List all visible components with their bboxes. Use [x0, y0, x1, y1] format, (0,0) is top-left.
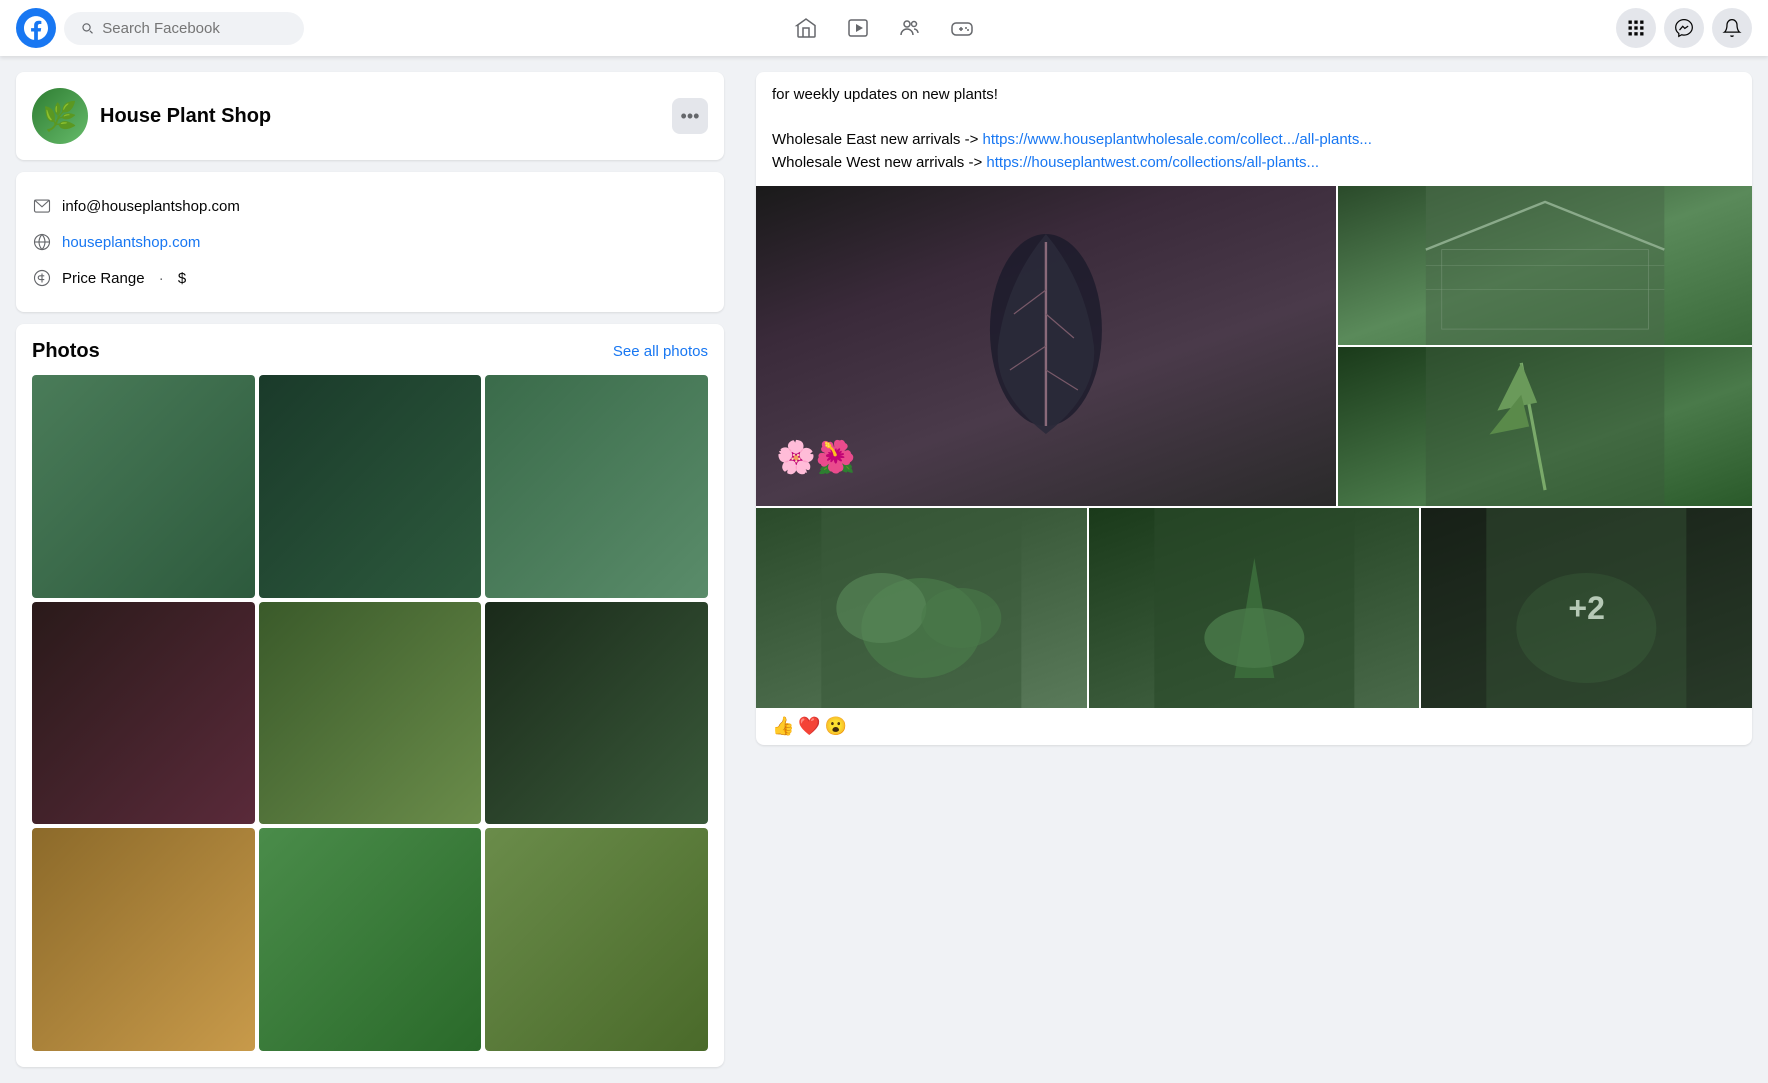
groups-icon — [898, 16, 922, 40]
bottom-plant-2-svg — [1089, 508, 1420, 708]
post-images-bottom-row: +2 — [756, 508, 1752, 708]
post-text: for weekly updates on new plants! Wholes… — [756, 72, 1752, 186]
facebook-logo[interactable] — [16, 8, 56, 48]
post-image-bottom-right[interactable] — [1338, 347, 1752, 506]
notifications-button[interactable] — [1712, 8, 1752, 48]
post-image-bottom-2[interactable] — [1089, 508, 1420, 708]
post-link-west[interactable]: https://houseplantwest.com/collections/a… — [986, 154, 1319, 171]
page-content: 🌿 House Plant Shop ••• info@houseplantsh… — [0, 56, 1768, 1083]
price-range-row: Price Range · $ — [32, 260, 708, 296]
email-value: info@houseplantshop.com — [62, 198, 240, 215]
main-content: for weekly updates on new plants! Wholes… — [740, 56, 1768, 1083]
top-navigation — [0, 0, 1768, 56]
search-icon — [80, 20, 94, 36]
greenhouse-svg — [1338, 186, 1752, 345]
post-image-bottom-1[interactable] — [756, 508, 1087, 708]
bell-icon — [1722, 18, 1742, 38]
post-text-3: Wholesale West new arrivals -> — [772, 154, 986, 171]
photo-thumb[interactable] — [485, 828, 708, 1051]
post-card: for weekly updates on new plants! Wholes… — [756, 72, 1752, 745]
photo-thumb[interactable] — [32, 375, 255, 598]
home-icon — [794, 16, 818, 40]
post-images-right-stack — [1338, 186, 1752, 506]
gaming-icon — [950, 16, 974, 40]
photo-thumb[interactable] — [485, 375, 708, 598]
fb-logo-icon — [24, 16, 48, 40]
photos-section: Photos See all photos — [16, 324, 724, 1067]
see-all-photos-link[interactable]: See all photos — [613, 343, 708, 360]
nav-right — [1616, 8, 1752, 48]
avatar-icon: 🌿 — [43, 100, 78, 133]
home-nav-button[interactable] — [782, 4, 830, 52]
reaction-wow: 😮 — [825, 716, 847, 737]
post-image-bottom-3[interactable]: +2 — [1421, 508, 1752, 708]
photo-thumb[interactable] — [32, 828, 255, 1051]
gaming-nav-button[interactable] — [938, 4, 986, 52]
bottom-plant-1-svg — [756, 508, 1087, 708]
website-row: houseplantshop.com — [32, 224, 708, 260]
avatar: 🌿 — [32, 88, 88, 144]
post-link-east[interactable]: https://www.houseplantwholesale.com/coll… — [983, 131, 1372, 148]
nav-left — [16, 8, 304, 48]
search-input[interactable] — [102, 20, 288, 37]
post-images-container: 🌸🌺 — [756, 186, 1752, 708]
price-range-separator: · — [155, 270, 168, 287]
page-header: 🌿 House Plant Shop ••• — [16, 72, 724, 160]
globe-icon — [32, 232, 52, 252]
website-link[interactable]: houseplantshop.com — [62, 234, 200, 251]
post-image-main[interactable]: 🌸🌺 — [756, 186, 1336, 506]
post-image-top-right[interactable] — [1338, 186, 1752, 345]
watch-icon — [846, 16, 870, 40]
photo-thumb[interactable] — [259, 602, 482, 825]
messenger-icon — [1674, 18, 1694, 38]
photos-grid — [32, 375, 708, 1051]
left-sidebar: 🌿 House Plant Shop ••• info@houseplantsh… — [0, 56, 740, 1083]
email-icon — [32, 196, 52, 216]
search-bar[interactable] — [64, 12, 304, 45]
price-range-value: $ — [178, 270, 186, 287]
photo-thumb[interactable] — [259, 375, 482, 598]
flower-decoration: 🌸🌺 — [776, 438, 856, 476]
reaction-like: 👍 — [772, 716, 794, 737]
info-card: info@houseplantshop.com houseplantshop.c… — [16, 172, 724, 312]
grid-icon — [1626, 18, 1646, 38]
photo-thumb[interactable] — [485, 602, 708, 825]
photo-thumb[interactable] — [32, 602, 255, 825]
apps-button[interactable] — [1616, 8, 1656, 48]
photos-title: Photos — [32, 340, 100, 363]
spiky-plant-svg — [1338, 347, 1752, 506]
email-row: info@houseplantshop.com — [32, 188, 708, 224]
reaction-heart: ❤️ — [798, 716, 820, 737]
page-name: House Plant Shop — [100, 105, 271, 128]
bottom-plant-3-svg — [1421, 508, 1752, 708]
messenger-button[interactable] — [1664, 8, 1704, 48]
reaction-bar: 👍 ❤️ 😮 — [756, 708, 1752, 745]
post-images-top-row: 🌸🌺 — [756, 186, 1752, 506]
price-range-label: Price Range — [62, 270, 145, 287]
post-text-1: for weekly updates on new plants! — [772, 86, 998, 103]
dollar-icon — [32, 268, 52, 288]
nav-center — [782, 4, 986, 52]
more-options-button[interactable]: ••• — [672, 98, 708, 134]
groups-nav-button[interactable] — [886, 4, 934, 52]
watch-nav-button[interactable] — [834, 4, 882, 52]
post-text-2: Wholesale East new arrivals -> — [772, 131, 983, 148]
photos-header: Photos See all photos — [32, 340, 708, 363]
photo-thumb[interactable] — [259, 828, 482, 1051]
